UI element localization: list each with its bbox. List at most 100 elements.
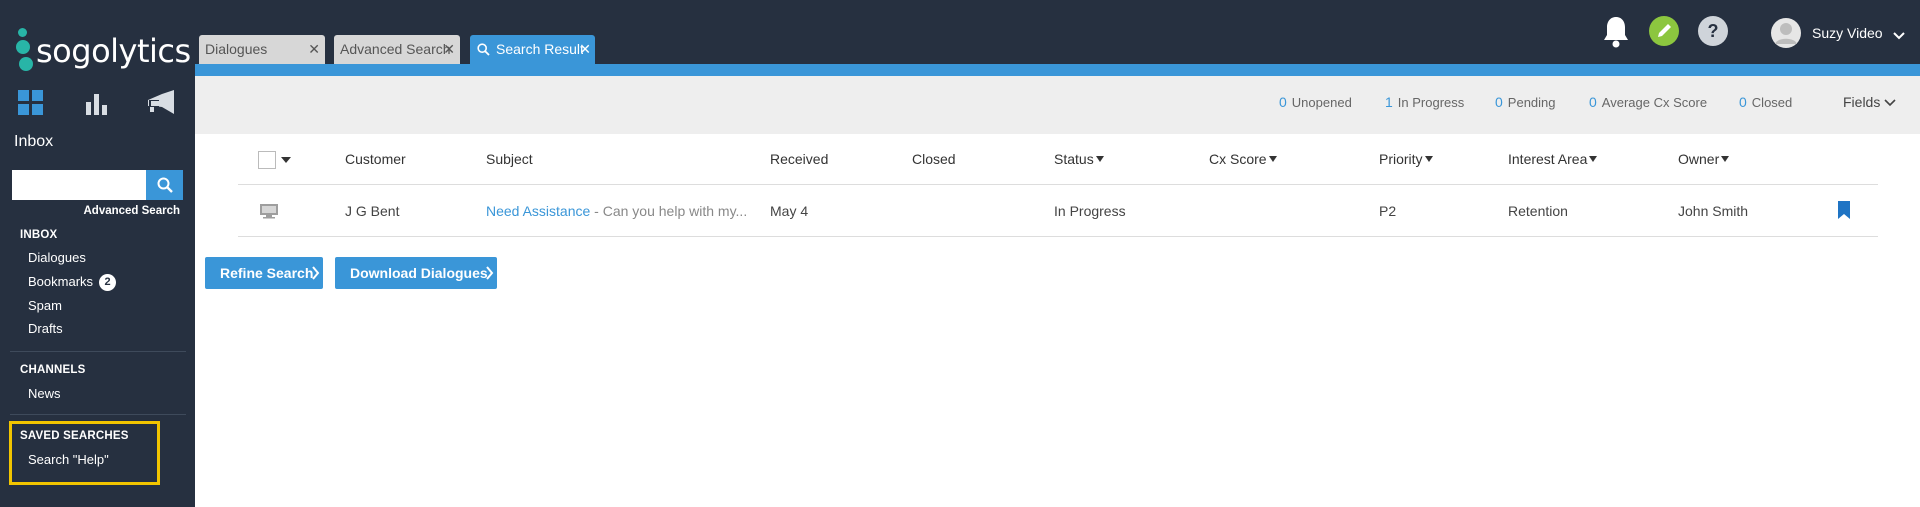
cell-received: May 4 xyxy=(770,203,809,219)
filter-icon[interactable] xyxy=(1721,156,1730,163)
sidebar-search xyxy=(12,170,183,200)
search-icon xyxy=(157,177,173,193)
cell-owner: John Smith xyxy=(1678,203,1749,219)
filter-icon[interactable] xyxy=(1095,156,1104,163)
user-name[interactable]: Suzy Video xyxy=(1812,25,1883,41)
filter-icon[interactable] xyxy=(1424,156,1433,163)
channels-section-heading: CHANNELS xyxy=(20,364,86,376)
select-options-chevron-down-icon[interactable] xyxy=(281,157,291,163)
bookmarks-count-badge: 2 xyxy=(99,274,117,292)
sogolytics-logo[interactable]: sogolytics xyxy=(14,28,191,74)
tab-advanced-search[interactable]: Advanced Search ✕ xyxy=(334,35,460,64)
column-header-customer[interactable]: Customer xyxy=(345,151,406,167)
sidebar: sogolytics Inbox Advanced Search INBOX D… xyxy=(0,0,195,507)
column-header-subject[interactable]: Subject xyxy=(486,151,533,167)
logo-mark-icon xyxy=(16,28,36,74)
inbox-section-heading: INBOX xyxy=(20,229,58,241)
tab-search-results[interactable]: Search Results ✕ xyxy=(470,35,595,64)
cell-subject[interactable]: Need Assistance - Can you help with my..… xyxy=(486,203,746,219)
sidebar-item-bookmarks[interactable]: Bookmarks 2 xyxy=(28,274,117,292)
chevron-right-icon xyxy=(312,266,320,280)
saved-searches-heading: SAVED SEARCHES xyxy=(20,430,129,442)
stat-in-progress[interactable]: 1 In Progress xyxy=(1385,94,1464,110)
column-header-owner[interactable]: Owner xyxy=(1678,151,1730,167)
sidebar-item-spam[interactable]: Spam xyxy=(28,298,62,313)
search-icon xyxy=(477,43,490,59)
fields-dropdown[interactable]: Fields xyxy=(1843,94,1896,110)
cell-customer: J G Bent xyxy=(345,203,400,219)
advanced-search-link[interactable]: Advanced Search xyxy=(83,205,180,217)
stat-unopened[interactable]: 0 Unopened xyxy=(1279,94,1352,110)
fields-label: Fields xyxy=(1843,94,1881,110)
tab-label: Search Results xyxy=(496,41,583,57)
tab-label: Advanced Search xyxy=(340,41,450,57)
brand-name: sogolytics xyxy=(36,32,191,70)
download-dialogues-button[interactable]: Download Dialogues xyxy=(335,257,497,289)
stat-pending[interactable]: 0 Pending xyxy=(1495,94,1556,110)
stat-average-cx-score[interactable]: 0 Average Cx Score xyxy=(1589,94,1707,110)
saved-search-help[interactable]: Search "Help" xyxy=(28,452,109,467)
stat-label: Average Cx Score xyxy=(1601,95,1708,110)
cell-status: In Progress xyxy=(1054,203,1126,219)
status-summary-bar: 0 Unopened 1 In Progress 0 Pending 0 Average… xyxy=(195,76,1920,134)
bar-chart-icon[interactable] xyxy=(84,90,110,118)
column-header-status[interactable]: Status xyxy=(1054,151,1104,167)
sidebar-item-news[interactable]: News xyxy=(28,386,61,401)
stat-count: 0 xyxy=(1495,94,1503,110)
stat-count: 0 xyxy=(1589,94,1597,110)
stat-label: In Progress xyxy=(1397,95,1465,110)
subject-snippet: - Can you help with my... xyxy=(590,203,746,219)
stat-label: Closed xyxy=(1751,95,1793,110)
column-label: Status xyxy=(1054,151,1094,167)
filter-icon[interactable] xyxy=(1589,156,1598,163)
sidebar-item-dialogues[interactable]: Dialogues xyxy=(28,250,86,265)
sidebar-nav-icons xyxy=(18,90,178,120)
chevron-down-icon[interactable] xyxy=(1892,28,1906,46)
cell-priority: P2 xyxy=(1379,203,1397,219)
dashboard-icon[interactable] xyxy=(18,90,44,118)
avatar[interactable] xyxy=(1770,17,1802,54)
sidebar-divider xyxy=(10,351,186,352)
bell-icon[interactable] xyxy=(1602,15,1630,54)
close-icon[interactable]: ✕ xyxy=(443,41,455,58)
search-input[interactable] xyxy=(12,170,146,200)
close-icon[interactable]: ✕ xyxy=(308,41,320,58)
bookmark-icon[interactable] xyxy=(1837,200,1851,225)
sidebar-title: Inbox xyxy=(14,133,54,150)
sidebar-divider xyxy=(10,414,186,415)
chevron-down-icon xyxy=(1884,99,1896,107)
select-all-checkbox[interactable] xyxy=(258,151,276,169)
column-header-cx-score[interactable]: Cx Score xyxy=(1209,151,1277,167)
table-row[interactable]: J G Bent Need Assistance - Can you help … xyxy=(238,186,1878,237)
close-icon[interactable]: ✕ xyxy=(579,41,591,58)
stat-label: Unopened xyxy=(1291,95,1352,110)
svg-text:?: ? xyxy=(1708,21,1719,41)
megaphone-icon[interactable] xyxy=(146,90,176,118)
sidebar-item-drafts[interactable]: Drafts xyxy=(28,321,63,336)
stat-count: 0 xyxy=(1739,94,1747,110)
sidebar-item-label: Bookmarks xyxy=(28,274,94,289)
tab-label: Dialogues xyxy=(205,41,268,57)
stat-closed[interactable]: 0 Closed xyxy=(1739,94,1792,110)
monitor-icon xyxy=(259,203,279,224)
column-label: Interest Area xyxy=(1508,151,1588,167)
stat-count: 0 xyxy=(1279,94,1287,110)
pencil-icon[interactable] xyxy=(1648,15,1680,52)
button-label: Download Dialogues xyxy=(350,265,488,281)
column-label: Priority xyxy=(1379,151,1423,167)
stat-count: 1 xyxy=(1385,94,1393,110)
help-icon[interactable]: ? xyxy=(1697,15,1729,52)
subject-link[interactable]: Need Assistance xyxy=(486,203,590,219)
tab-dialogues[interactable]: Dialogues ✕ xyxy=(199,35,325,64)
table-header: Customer Subject Received Closed Status … xyxy=(238,135,1878,185)
column-header-priority[interactable]: Priority xyxy=(1379,151,1433,167)
column-header-closed[interactable]: Closed xyxy=(912,151,956,167)
refine-search-button[interactable]: Refine Search xyxy=(205,257,323,289)
cell-interest-area: Retention xyxy=(1508,203,1568,219)
filter-icon[interactable] xyxy=(1268,156,1277,163)
column-label: Cx Score xyxy=(1209,151,1267,167)
column-header-interest-area[interactable]: Interest Area xyxy=(1508,151,1598,167)
column-header-received[interactable]: Received xyxy=(770,151,828,167)
search-button[interactable] xyxy=(146,170,183,200)
tab-underline-bar xyxy=(195,64,1920,76)
